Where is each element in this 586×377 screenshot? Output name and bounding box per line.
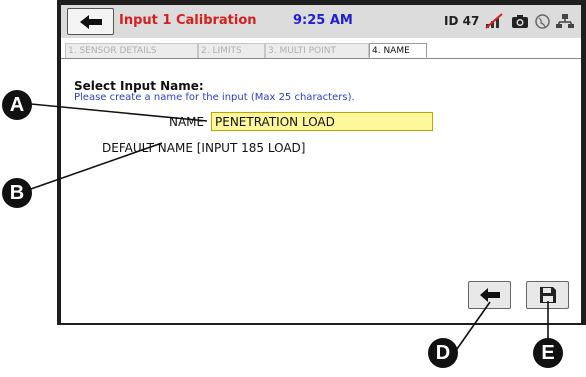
callout-d: D (428, 338, 458, 368)
callout-lines (27, 103, 549, 350)
callout-b: B (2, 178, 32, 208)
callout-a: A (2, 90, 32, 120)
callout-e: E (533, 338, 563, 368)
